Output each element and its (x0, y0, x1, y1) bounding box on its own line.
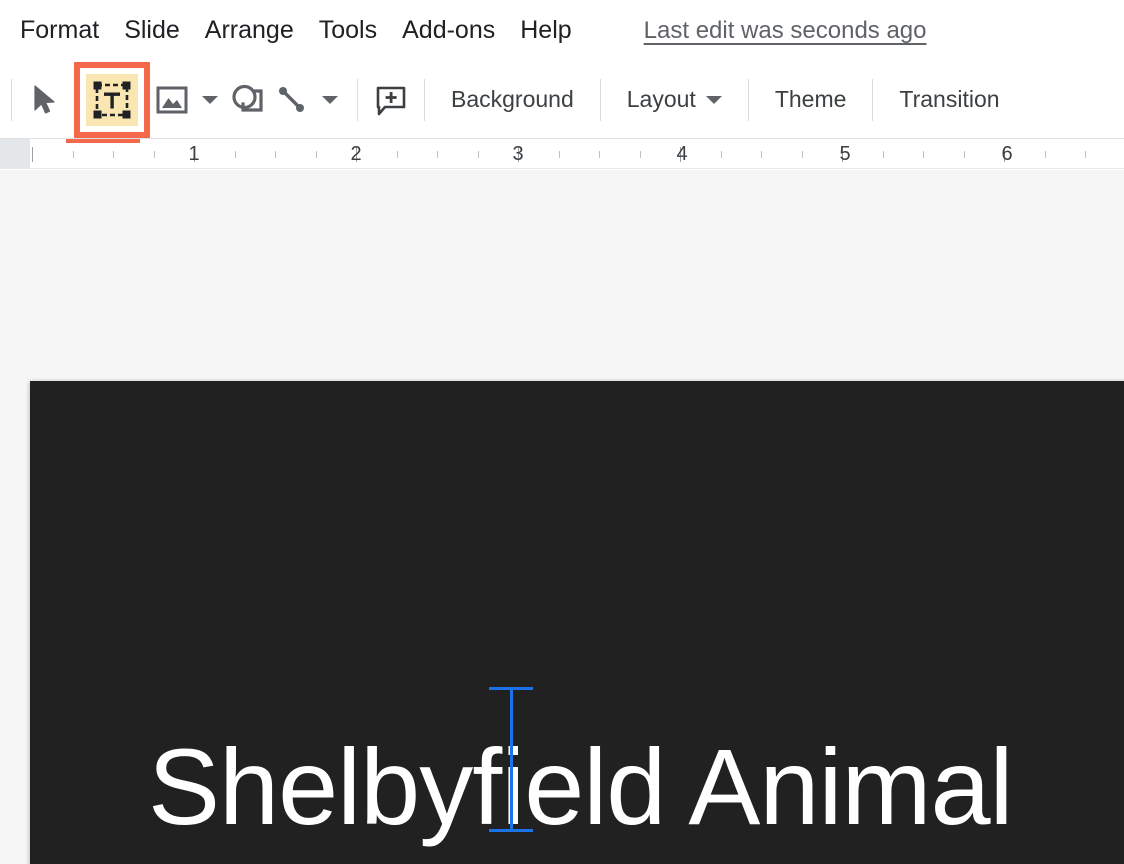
select-arrow-icon (34, 84, 55, 114)
last-edit-status[interactable]: Last edit was seconds ago (644, 17, 927, 45)
menu-item-arrange[interactable]: Arrange (194, 14, 305, 47)
background-button[interactable]: Background (436, 80, 589, 119)
toolbar-divider (424, 78, 425, 121)
slide-canvas-area[interactable]: Shelbyfield Animal (0, 170, 1124, 864)
ruler-tick-minor (964, 151, 965, 158)
snap-guide-vertical (510, 687, 513, 832)
toolbar: Background Layout Theme Transition (0, 61, 1124, 139)
ruler-tick-minor (154, 151, 155, 158)
insert-image-button[interactable] (150, 76, 194, 124)
insert-image-dropdown-button[interactable] (194, 76, 226, 124)
layout-button-label: Layout (626, 86, 696, 112)
ruler-tick-minor (802, 151, 803, 158)
ruler-tick-minor (923, 151, 924, 158)
ruler-tick-major (32, 147, 33, 162)
toolbar-divider (11, 78, 12, 121)
menu-item-slide[interactable]: Slide (113, 14, 191, 47)
chevron-down-icon (322, 95, 338, 104)
ruler-label: 1 (188, 143, 200, 165)
menu-bar: Format Slide Arrange Tools Add-ons Help … (0, 0, 1124, 61)
ruler-tick-minor (113, 151, 114, 158)
text-box-icon (93, 81, 131, 118)
add-comment-icon (376, 86, 406, 115)
ruler-label: 4 (676, 143, 688, 165)
chevron-down-icon (705, 95, 722, 104)
horizontal-ruler[interactable]: 1 2 3 4 5 6 (0, 139, 1124, 169)
insert-line-button[interactable] (270, 76, 314, 124)
ruler-tick-minor (478, 151, 479, 158)
ruler-tick-minor (73, 151, 74, 158)
ruler-tick-minor (761, 151, 762, 158)
ruler-tick-minor (275, 151, 276, 158)
ruler-tick-minor (1085, 151, 1086, 158)
insert-image-icon (156, 86, 188, 113)
ruler-tick-minor (397, 151, 398, 158)
chevron-down-icon (202, 95, 218, 104)
ruler-tick-minor (640, 151, 641, 158)
menu-item-help[interactable]: Help (509, 14, 582, 47)
text-box-tool-active-bg (86, 73, 138, 126)
theme-button[interactable]: Theme (760, 80, 862, 119)
snap-guide-bottom-tick (489, 829, 533, 832)
toolbar-divider (872, 78, 874, 121)
insert-shape-icon (232, 84, 263, 112)
insert-line-icon (279, 86, 304, 112)
ruler-label: 2 (350, 143, 362, 165)
ruler-tick-minor (883, 151, 884, 158)
ruler-tick-minor (235, 151, 236, 158)
insert-shape-button[interactable] (226, 76, 270, 124)
menu-item-format[interactable]: Format (9, 14, 110, 47)
ruler-accent-bar (66, 139, 140, 143)
menu-item-add-ons[interactable]: Add-ons (391, 14, 506, 47)
slide-title-text: Shelbyfield Animal (148, 726, 1014, 847)
menu-item-tools[interactable]: Tools (308, 14, 388, 47)
ruler-tick-minor (1045, 151, 1046, 158)
ruler-label: 6 (1001, 143, 1013, 165)
ruler-tick-minor (437, 151, 438, 158)
transition-button[interactable]: Transition (884, 80, 1014, 119)
layout-button[interactable]: Layout (612, 80, 737, 119)
insert-line-dropdown-button[interactable] (314, 76, 346, 124)
ruler-tick-minor (559, 151, 560, 158)
snap-guide-top-tick (489, 687, 533, 690)
slide-surface[interactable]: Shelbyfield Animal (30, 381, 1124, 864)
toolbar-divider (599, 78, 601, 121)
ruler-tick-minor (599, 151, 600, 158)
add-comment-button[interactable] (369, 76, 413, 124)
toolbar-divider (357, 78, 358, 121)
text-box-tool-button[interactable] (74, 61, 150, 138)
select-tool-button[interactable] (23, 76, 67, 124)
ruler-label: 5 (839, 143, 851, 165)
ruler-tick-minor (316, 151, 317, 158)
ruler-gutter (0, 139, 30, 168)
ruler-tick-minor (721, 151, 722, 158)
toolbar-divider (747, 78, 749, 121)
ruler-label: 3 (512, 143, 524, 165)
